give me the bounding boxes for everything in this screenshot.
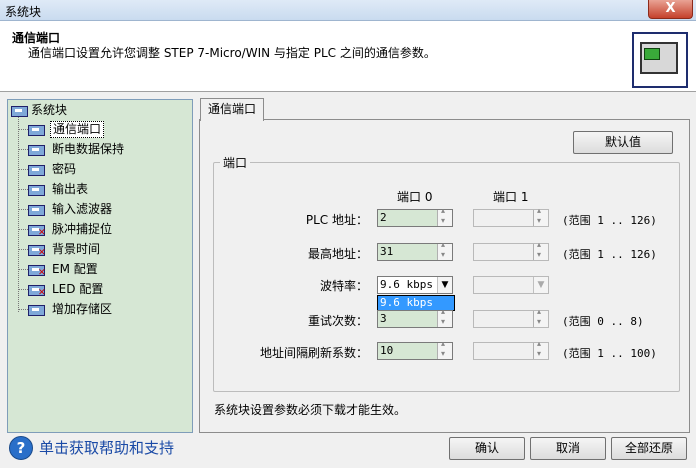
tree-connector-h	[18, 149, 28, 150]
help-link[interactable]: 单击获取帮助和支持	[39, 437, 174, 458]
baud-rate-port1-select: ▼	[473, 276, 549, 294]
retry-count-port1-spinner	[473, 307, 549, 328]
tree-item-comm-port[interactable]: 通信端口	[28, 121, 178, 138]
baud-rate-label: 波特率：	[319, 279, 368, 293]
window-title: 系统块	[5, 5, 42, 19]
icon-port-block	[644, 48, 660, 60]
download-note: 系统块设置参数必须下载才能生效。	[214, 403, 407, 417]
module-icon	[28, 205, 45, 216]
cancel-button[interactable]: 取消	[530, 437, 606, 460]
max-address-range: (范围 1 .. 126)	[562, 248, 657, 261]
spinner-arrows-icon[interactable]	[437, 339, 452, 359]
tree-item-password[interactable]: 密码	[28, 161, 178, 178]
port-group-label: 端口	[220, 154, 251, 171]
tree-item-label: 输出表	[52, 182, 89, 196]
header-panel: 通信端口 通信端口设置允许您调整 STEP 7-Micro/WIN 与指定 PL…	[0, 21, 696, 92]
title-bar: 系统块 X	[0, 0, 696, 21]
help-icon[interactable]: ?	[9, 436, 33, 460]
tree-root-label: 系统块	[31, 103, 68, 117]
max-address-port1-spinner	[473, 240, 549, 261]
tree-item-label: 通信端口	[50, 121, 105, 138]
close-button[interactable]: X	[648, 0, 693, 19]
tree-item-label: 脉冲捕捉位	[52, 222, 113, 236]
tree-item-label: LED 配置	[52, 282, 104, 296]
plc-address-port1-spinner	[473, 206, 549, 227]
tree-connector-h	[18, 189, 28, 190]
gap-factor-range: (范围 1 .. 100)	[562, 347, 657, 360]
module-icon	[28, 145, 45, 156]
tree-item-input-filter[interactable]: 输入滤波器	[28, 201, 178, 218]
dropdown-arrow-icon: ▼	[533, 277, 548, 293]
tree-connector-h	[18, 289, 28, 290]
tree-connector-h	[18, 229, 28, 230]
plc-address-range: (范围 1 .. 126)	[562, 214, 657, 227]
spinner-arrows-icon	[533, 206, 548, 226]
tree-connector-h	[18, 309, 28, 310]
spinner-arrows-icon	[533, 307, 548, 327]
gap-factor-label: 地址间隔刷新系数：	[259, 346, 368, 360]
tree-item-label: 背景时间	[52, 242, 101, 256]
tree-item-add-memory[interactable]: 增加存储区	[28, 301, 178, 318]
tree-connector-h	[18, 129, 28, 130]
module-icon	[28, 305, 45, 316]
system-block-tree[interactable]: 系统块 通信端口 断电数据保持 密码 输出表 输入滤波器 ✕ 脉冲捕捉位 ✕ 背…	[7, 99, 193, 433]
error-x-icon: ✕	[38, 288, 46, 298]
max-address-port0-spinner[interactable]: 31	[377, 240, 453, 261]
tree-item-label: EM 配置	[52, 262, 98, 276]
gap-factor-port0-spinner[interactable]: 10	[377, 339, 453, 360]
tree-item-output-table[interactable]: 输出表	[28, 181, 178, 198]
tree-item-pulse-catch[interactable]: ✕ 脉冲捕捉位	[28, 221, 178, 238]
tree-connector-h	[18, 249, 28, 250]
tree-root[interactable]: 系统块	[11, 102, 181, 119]
tree-item-em-config[interactable]: ✕ EM 配置	[28, 261, 178, 278]
dropdown-arrow-icon[interactable]: ▼	[437, 277, 452, 293]
tree-item-led-config[interactable]: ✕ LED 配置	[28, 281, 178, 298]
communication-port-icon	[632, 32, 688, 88]
plc-address-port0-spinner[interactable]: 2	[377, 206, 453, 227]
tree-connector-h	[18, 169, 28, 170]
error-x-icon: ✕	[38, 268, 46, 278]
baud-rate-port0-select[interactable]: 9.6 kbps ▼	[377, 276, 453, 294]
tree-connector-h	[18, 269, 28, 270]
retry-count-range: (范围 0 .. 8)	[562, 315, 644, 328]
restore-all-button[interactable]: 全部还原	[611, 437, 687, 460]
tree-item-background-time[interactable]: ✕ 背景时间	[28, 241, 178, 258]
header-description: 通信端口设置允许您调整 STEP 7-Micro/WIN 与指定 PLC 之间的…	[28, 46, 436, 60]
error-x-icon: ✕	[38, 228, 46, 238]
plc-address-label: PLC 地址：	[305, 213, 368, 227]
system-block-icon	[11, 106, 28, 117]
port0-header: 端口 0	[397, 190, 433, 204]
tab-comm-port[interactable]: 通信端口	[200, 98, 264, 121]
baud-rate-port0-value: 9.6 kbps	[380, 278, 433, 291]
spinner-arrows-icon[interactable]	[437, 206, 452, 226]
max-address-label: 最高地址：	[307, 247, 368, 261]
retry-count-port0-value: 3	[380, 312, 387, 325]
plc-address-port0-value: 2	[380, 211, 387, 224]
tree-connector	[18, 116, 19, 312]
gap-factor-port0-value: 10	[380, 344, 394, 357]
default-values-button[interactable]: 默认值	[573, 131, 673, 154]
retry-count-port0-spinner[interactable]: 3	[377, 307, 453, 328]
spinner-arrows-icon[interactable]	[437, 307, 452, 327]
tree-connector-h	[18, 209, 28, 210]
module-icon	[28, 125, 45, 136]
ok-button[interactable]: 确认	[449, 437, 525, 460]
tree-item-label: 断电数据保持	[52, 142, 125, 156]
max-address-port0-value: 31	[380, 245, 394, 258]
spinner-arrows-icon	[533, 339, 548, 359]
error-x-icon: ✕	[38, 248, 46, 258]
port1-header: 端口 1	[493, 190, 529, 204]
tree-item-label: 输入滤波器	[52, 202, 113, 216]
module-icon	[28, 185, 45, 196]
tree-item-retentive[interactable]: 断电数据保持	[28, 141, 178, 158]
spinner-arrows-icon[interactable]	[437, 240, 452, 260]
retry-count-label: 重试次数：	[307, 314, 368, 328]
tree-item-label: 增加存储区	[52, 302, 113, 316]
module-icon	[28, 165, 45, 176]
tree-item-label: 密码	[52, 162, 77, 176]
gap-factor-port1-spinner	[473, 339, 549, 360]
spinner-arrows-icon	[533, 240, 548, 260]
